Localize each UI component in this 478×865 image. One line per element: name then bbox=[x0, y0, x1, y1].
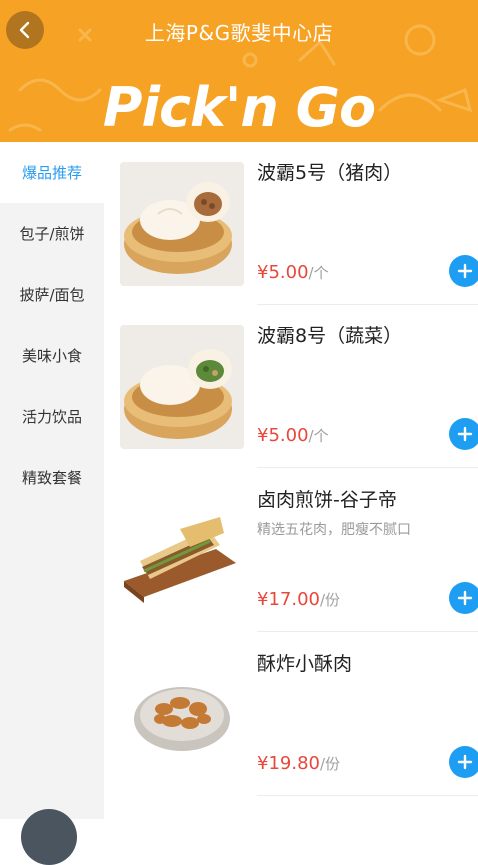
steamed-bun-pork-image bbox=[120, 162, 244, 286]
steamed-bun-vegetable-image bbox=[120, 325, 244, 449]
divider bbox=[257, 467, 478, 468]
price-unit: /个 bbox=[308, 264, 329, 282]
product-description: 精选五花肉，肥瘦不腻口 bbox=[257, 522, 411, 538]
product-price: ¥19.80/份 bbox=[257, 753, 340, 774]
store-name: 上海P&G歌斐中心店 bbox=[144, 21, 334, 45]
sidebar-item-label: 包子/煎饼 bbox=[19, 225, 85, 243]
product-list: 波霸5号（猪肉） ¥5.00/个 波霸8号（蔬菜） ¥5.00/个 卤肉煎饼-谷… bbox=[104, 142, 478, 819]
price-value: 5.00 bbox=[268, 262, 309, 283]
plus-icon bbox=[457, 263, 473, 279]
add-to-cart-button[interactable] bbox=[449, 418, 478, 450]
category-sidebar: 爆品推荐 包子/煎饼 披萨/面包 美味小食 活力饮品 精致套餐 bbox=[0, 142, 104, 865]
sidebar-item-hot[interactable]: 爆品推荐 bbox=[0, 142, 104, 203]
product-item[interactable]: 酥炸小酥肉 ¥19.80/份 bbox=[104, 633, 478, 796]
product-name: 酥炸小酥肉 bbox=[257, 653, 353, 675]
cart-button[interactable] bbox=[21, 809, 77, 865]
product-item[interactable]: 波霸8号（蔬菜） ¥5.00/个 bbox=[104, 305, 478, 468]
jianbing-image bbox=[120, 489, 244, 613]
price-unit: /份 bbox=[319, 755, 341, 773]
product-name: 波霸8号（蔬菜） bbox=[257, 325, 403, 347]
price-value: 17.00 bbox=[268, 589, 320, 610]
product-item[interactable]: 波霸5号（猪肉） ¥5.00/个 bbox=[104, 142, 478, 305]
price-unit: /份 bbox=[319, 591, 341, 609]
brand-logo-text: Pick'n Go bbox=[102, 76, 376, 139]
plus-icon bbox=[457, 754, 473, 770]
sidebar-item-buns[interactable]: 包子/煎饼 bbox=[0, 203, 104, 264]
product-name: 波霸5号（猪肉） bbox=[257, 162, 403, 184]
price-unit: /个 bbox=[308, 427, 329, 445]
price-currency: ¥ bbox=[257, 753, 269, 774]
sidebar-item-sets[interactable]: 精致套餐 bbox=[0, 447, 104, 508]
store-header: 上海P&G歌斐中心店 Pick'n Go bbox=[0, 0, 478, 142]
sidebar-item-label: 活力饮品 bbox=[21, 408, 82, 426]
product-price: ¥5.00/个 bbox=[257, 425, 329, 446]
sidebar-item-label: 美味小食 bbox=[21, 347, 82, 365]
price-currency: ¥ bbox=[257, 589, 269, 610]
price-value: 19.80 bbox=[268, 753, 320, 774]
add-to-cart-button[interactable] bbox=[449, 582, 478, 614]
sidebar-item-drinks[interactable]: 活力饮品 bbox=[0, 386, 104, 447]
sidebar-item-pizza[interactable]: 披萨/面包 bbox=[0, 264, 104, 325]
add-to-cart-button[interactable] bbox=[449, 255, 478, 287]
sidebar-item-label: 披萨/面包 bbox=[19, 286, 85, 304]
sidebar-item-label: 精致套餐 bbox=[21, 469, 82, 487]
price-currency: ¥ bbox=[257, 425, 269, 446]
sidebar-item-snacks[interactable]: 美味小食 bbox=[0, 325, 104, 386]
add-to-cart-button[interactable] bbox=[449, 746, 478, 778]
plus-icon bbox=[457, 590, 473, 606]
divider bbox=[257, 631, 478, 632]
product-name: 卤肉煎饼-谷子帝 bbox=[257, 489, 397, 511]
product-item[interactable]: 卤肉煎饼-谷子帝 精选五花肉，肥瘦不腻口 ¥17.00/份 bbox=[104, 469, 478, 632]
sidebar-item-label: 爆品推荐 bbox=[21, 164, 82, 182]
product-price: ¥17.00/份 bbox=[257, 589, 340, 610]
price-value: 5.00 bbox=[268, 425, 309, 446]
price-currency: ¥ bbox=[257, 262, 269, 283]
product-price: ¥5.00/个 bbox=[257, 262, 329, 283]
divider bbox=[257, 795, 478, 796]
plus-icon bbox=[457, 426, 473, 442]
fried-pork-image bbox=[120, 653, 244, 777]
